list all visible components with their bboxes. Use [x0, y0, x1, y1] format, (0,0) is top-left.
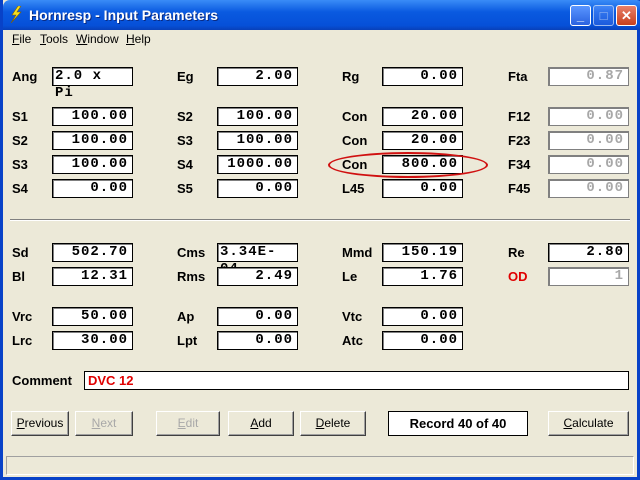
sd-label: Sd [12, 245, 29, 260]
rg-field[interactable]: 0.00 [382, 67, 463, 86]
delete-button[interactable]: Delete [300, 411, 366, 436]
maximize-button[interactable]: □ [593, 5, 614, 26]
vrc-label: Vrc [12, 309, 33, 324]
status-bar [6, 456, 634, 475]
cms-label: Cms [177, 245, 206, 260]
menu-bar: File Tools Window Help [6, 30, 640, 48]
ang-label: Ang [12, 69, 38, 84]
lrc-field[interactable]: 30.00 [52, 331, 133, 350]
title-bar: Hornresp - Input Parameters _ □ ✕ [3, 0, 640, 30]
menu-window[interactable]: Window [76, 32, 119, 46]
f34-field: 0.00 [548, 155, 629, 174]
s4-seg-field[interactable]: 1000.00 [217, 155, 298, 174]
f34-label: F34 [508, 157, 531, 172]
calculate-button[interactable]: Calculate [548, 411, 629, 436]
ap-label: Ap [177, 309, 195, 324]
vtc-label: Vtc [342, 309, 363, 324]
s4-seg-label: S4 [177, 157, 193, 172]
s3-field[interactable]: 100.00 [52, 155, 133, 174]
ang-field[interactable]: 2.0 x Pi [52, 67, 133, 101]
menu-tools[interactable]: Tools [40, 32, 68, 46]
le-field[interactable]: 1.76 [382, 267, 463, 286]
le-label: Le [342, 269, 358, 284]
s2-field[interactable]: 100.00 [52, 131, 133, 150]
s2-label: S2 [12, 133, 28, 148]
re-field[interactable]: 2.80 [548, 243, 629, 262]
rg-label: Rg [342, 69, 360, 84]
s3-seg-field[interactable]: 100.00 [217, 131, 298, 150]
lpt-field[interactable]: 0.00 [217, 331, 298, 350]
next-button[interactable]: Next [75, 411, 133, 436]
s5-field[interactable]: 0.00 [217, 179, 298, 198]
add-button[interactable]: Add [228, 411, 294, 436]
rms-field[interactable]: 2.49 [217, 267, 298, 286]
previous-button[interactable]: Previous [11, 411, 69, 436]
eg-field[interactable]: 2.00 [217, 67, 298, 86]
f23-field: 0.00 [548, 131, 629, 150]
rms-label: Rms [177, 269, 206, 284]
eg-label: Eg [177, 69, 194, 84]
con12-label: Con [342, 109, 368, 124]
lpt-label: Lpt [177, 333, 198, 348]
l45-field[interactable]: 0.00 [382, 179, 463, 198]
f45-field: 0.00 [548, 179, 629, 198]
cms-field[interactable]: 3.34E-04 [217, 243, 298, 277]
con23-field[interactable]: 20.00 [382, 131, 463, 150]
bl-field[interactable]: 12.31 [52, 267, 133, 286]
menu-help[interactable]: Help [126, 32, 151, 46]
mmd-label: Mmd [342, 245, 373, 260]
vrc-field[interactable]: 50.00 [52, 307, 133, 326]
ap-field[interactable]: 0.00 [217, 307, 298, 326]
s2-seg-label: S2 [177, 109, 193, 124]
od-label: OD [508, 269, 528, 284]
record-indicator: Record 40 of 40 [388, 411, 528, 436]
s4-label: S4 [12, 181, 28, 196]
section-divider [10, 219, 630, 221]
sd-field[interactable]: 502.70 [52, 243, 133, 262]
s2-seg-field[interactable]: 100.00 [217, 107, 298, 126]
edit-button[interactable]: Edit [156, 411, 220, 436]
atc-field[interactable]: 0.00 [382, 331, 463, 350]
f12-field: 0.00 [548, 107, 629, 126]
fta-label: Fta [508, 69, 528, 84]
menu-file[interactable]: File [12, 32, 31, 46]
comment-field[interactable]: DVC 12 [84, 371, 629, 390]
s5-label: S5 [177, 181, 193, 196]
window-title: Hornresp - Input Parameters [29, 7, 219, 23]
atc-label: Atc [342, 333, 363, 348]
highlight-ellipse [328, 152, 488, 178]
od-field: 1 [548, 267, 629, 286]
re-label: Re [508, 245, 525, 260]
vtc-field[interactable]: 0.00 [382, 307, 463, 326]
comment-label: Comment [12, 373, 72, 388]
bl-label: Bl [12, 269, 25, 284]
f12-label: F12 [508, 109, 531, 124]
s1-field[interactable]: 100.00 [52, 107, 133, 126]
close-button[interactable]: ✕ [616, 5, 637, 26]
s1-label: S1 [12, 109, 28, 124]
con23-label: Con [342, 133, 368, 148]
f23-label: F23 [508, 133, 531, 148]
s3-seg-label: S3 [177, 133, 193, 148]
l45-label: L45 [342, 181, 365, 196]
f45-label: F45 [508, 181, 531, 196]
lrc-label: Lrc [12, 333, 33, 348]
lightning-icon [10, 6, 22, 23]
mmd-field[interactable]: 150.19 [382, 243, 463, 262]
fta-field: 0.87 [548, 67, 629, 86]
minimize-button[interactable]: _ [570, 5, 591, 26]
s4-field[interactable]: 0.00 [52, 179, 133, 198]
s3-label: S3 [12, 157, 28, 172]
con12-field[interactable]: 20.00 [382, 107, 463, 126]
